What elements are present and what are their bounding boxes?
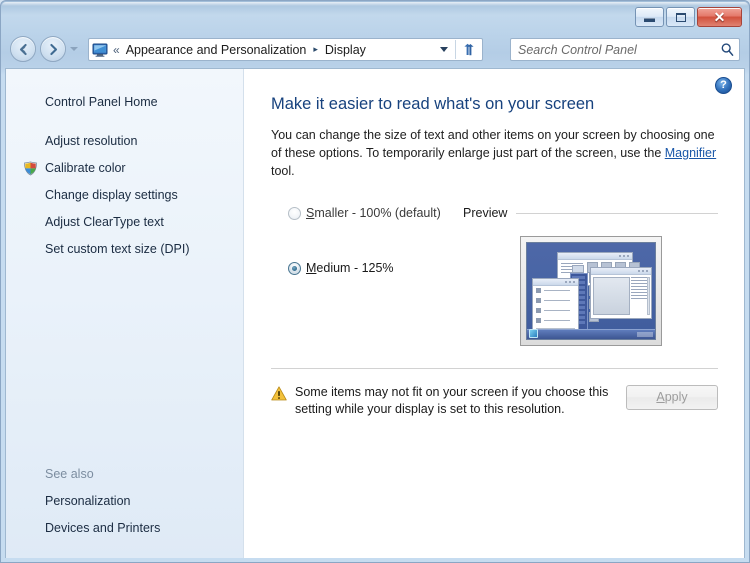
preview-start-orb-icon xyxy=(528,329,538,338)
preview-window-left xyxy=(531,278,579,335)
nav-arrow-group xyxy=(10,36,78,62)
preview-header: Preview xyxy=(463,206,718,220)
recent-pages-dropdown[interactable] xyxy=(70,47,78,51)
client-area: Control Panel Home Adjust resolution Cal… xyxy=(5,68,745,558)
control-panel-window: ✕ « Appearance and Personalization ▸ Dis… xyxy=(0,0,750,563)
maximize-icon xyxy=(675,12,686,22)
display-monitor-icon xyxy=(92,42,108,58)
breadcrumb[interactable]: « Appearance and Personalization ▸ Displ… xyxy=(88,38,483,61)
preview-system-tray xyxy=(636,332,653,337)
sidebar-item-change-display-settings[interactable]: Change display settings xyxy=(6,182,243,209)
preview-front-text-lines xyxy=(630,277,647,301)
preview-titlebar-back xyxy=(557,253,632,260)
forward-button[interactable] xyxy=(40,36,66,62)
page-description-part2: tool. xyxy=(271,164,295,178)
footer-divider xyxy=(271,368,718,369)
radio-label-medium: Medium - 125% xyxy=(306,261,394,276)
breadcrumb-separator-icon[interactable]: ▸ xyxy=(313,45,318,54)
preview-taskbar xyxy=(526,329,655,339)
preview-column-header xyxy=(571,265,584,273)
sidebar-item-adjust-cleartype-text[interactable]: Adjust ClearType text xyxy=(6,209,243,236)
radio-option-medium[interactable]: Medium - 125% xyxy=(288,261,457,276)
preview-scrollbar xyxy=(646,277,650,315)
preview-section: Preview xyxy=(457,206,718,346)
sidebar-item-devices-and-printers[interactable]: Devices and Printers xyxy=(6,515,243,542)
close-icon: ✕ xyxy=(713,9,726,25)
apply-button[interactable]: Apply xyxy=(626,385,718,410)
search-icon[interactable] xyxy=(720,42,735,57)
preview-label: Preview xyxy=(463,206,508,220)
preview-window-front xyxy=(589,267,652,319)
minimize-icon xyxy=(644,18,655,22)
close-button[interactable]: ✕ xyxy=(697,7,742,27)
apply-accelerator: A xyxy=(656,390,665,404)
help-icon[interactable]: ? xyxy=(715,77,732,94)
main-content: ? Make it easier to read what's on your … xyxy=(244,69,744,558)
back-button[interactable] xyxy=(10,36,36,62)
preview-front-body xyxy=(592,277,630,315)
radio-label-smaller: Smaller - 100% (default) xyxy=(306,206,441,221)
page-description-part1: You can change the size of text and othe… xyxy=(271,128,715,160)
warning-message: Some items may not fit on your screen if… xyxy=(295,385,609,416)
preview-desktop xyxy=(525,242,656,340)
title-bar[interactable]: ✕ xyxy=(0,0,750,32)
search-box[interactable] xyxy=(510,38,740,61)
page-title: Make it easier to read what's on your sc… xyxy=(271,95,595,113)
apply-label-rest: pply xyxy=(664,390,688,404)
chevron-down-icon[interactable] xyxy=(440,47,448,52)
breadcrumb-divider xyxy=(455,40,456,59)
preview-divider xyxy=(516,212,718,214)
search-input[interactable] xyxy=(518,42,720,57)
preview-titlebar-left xyxy=(532,279,578,286)
navigation-bar: « Appearance and Personalization ▸ Displ… xyxy=(0,33,750,68)
sidebar-item-calibrate-color[interactable]: Calibrate color xyxy=(6,155,243,182)
preview-thumbnail xyxy=(519,236,662,346)
warning-triangle-icon xyxy=(271,386,287,401)
radio-indicator-smaller[interactable] xyxy=(288,207,301,220)
maximize-button[interactable] xyxy=(666,7,695,27)
refresh-button[interactable] xyxy=(460,40,478,59)
preview-titlebar-front xyxy=(590,268,651,275)
sidebar-item-label: Calibrate color xyxy=(45,161,126,175)
sidebar-item-personalization[interactable]: Personalization xyxy=(6,488,243,515)
sidebar-item-adjust-resolution[interactable]: Adjust resolution xyxy=(6,128,243,155)
sidebar-item-set-custom-text-size[interactable]: Set custom text size (DPI) xyxy=(6,236,243,263)
magnifier-link[interactable]: Magnifier xyxy=(665,146,716,160)
footer-row: Some items may not fit on your screen if… xyxy=(271,384,718,418)
radio-accelerator-medium: M xyxy=(306,261,317,275)
see-also-section: See also Personalization Devices and Pri… xyxy=(6,461,243,542)
page-description: You can change the size of text and othe… xyxy=(271,126,718,180)
radio-label-medium-rest: edium - 125% xyxy=(316,261,394,275)
breadcrumb-segment-display[interactable]: Display xyxy=(325,43,366,57)
breadcrumb-overflow-icon[interactable]: « xyxy=(113,44,120,56)
scale-options-group: Smaller - 100% (default) Medium - 125% xyxy=(271,206,457,346)
options-and-preview-row: Smaller - 100% (default) Medium - 125% P… xyxy=(271,206,718,346)
sidebar: Control Panel Home Adjust resolution Cal… xyxy=(6,69,244,558)
caption-button-group: ✕ xyxy=(635,7,742,27)
radio-indicator-medium[interactable] xyxy=(288,262,301,275)
breadcrumb-segment-appearance[interactable]: Appearance and Personalization xyxy=(126,43,307,57)
see-also-heading: See also xyxy=(45,467,94,481)
refresh-icon xyxy=(464,43,474,55)
radio-label-smaller-rest: maller - 100% (default) xyxy=(314,206,441,220)
minimize-button[interactable] xyxy=(635,7,664,27)
radio-option-smaller[interactable]: Smaller - 100% (default) xyxy=(288,206,457,221)
uac-shield-icon xyxy=(23,161,38,176)
sidebar-item-control-panel-home[interactable]: Control Panel Home xyxy=(6,89,243,116)
back-arrow-icon xyxy=(19,43,27,55)
forward-arrow-icon xyxy=(49,43,57,55)
